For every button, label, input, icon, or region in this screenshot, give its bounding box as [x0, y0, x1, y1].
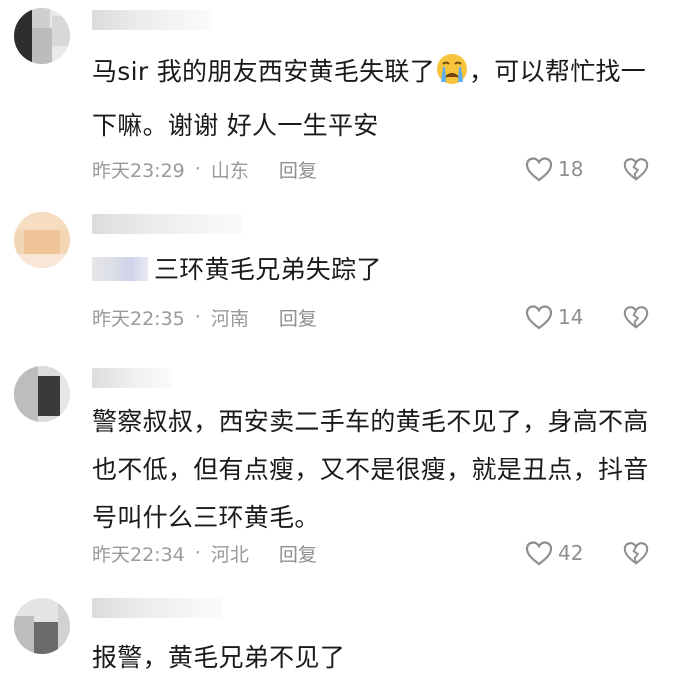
avatar[interactable]	[14, 366, 70, 422]
heart-outline-icon	[525, 541, 553, 566]
comment-text-part: 三环黄毛兄弟失踪了	[154, 255, 382, 284]
comment-text-part: 警察叔叔，西安卖二手车的黄毛不见了，身高不高也不低，但有点瘦，又不是很瘦，就是丑…	[92, 407, 649, 532]
comment-location: 河南	[210, 307, 249, 330]
username-blurred[interactable]	[92, 214, 242, 234]
reply-button[interactable]: 回复	[279, 540, 317, 567]
broken-heart-icon	[623, 542, 649, 565]
comment-text: 三环黄毛兄弟失踪了	[92, 246, 652, 294]
comment-meta: 昨天23:29 · 山东 回复	[92, 155, 317, 183]
heart-outline-icon	[525, 305, 553, 330]
dislike-button[interactable]	[622, 303, 650, 331]
crying-face-emoji	[435, 52, 469, 102]
like-count: 42	[558, 541, 584, 565]
separator: ·	[194, 158, 201, 180]
comment-item[interactable]: 马sir 我的朋友西安黄毛失联了 ，可以帮忙找一下嘛。谢谢 好人一生平安 昨天2…	[0, 0, 676, 200]
heart-outline-icon	[525, 157, 553, 182]
like-button[interactable]: 18	[524, 155, 583, 183]
comment-meta: 昨天22:34 · 河北 回复	[92, 539, 317, 567]
mentioned-user-blurred[interactable]	[92, 257, 148, 281]
like-button[interactable]: 42	[524, 539, 583, 567]
username-blurred[interactable]	[92, 368, 172, 388]
comment-text: 警察叔叔，西安卖二手车的黄毛不见了，身高不高也不低，但有点瘦，又不是很瘦，就是丑…	[92, 398, 652, 542]
avatar[interactable]	[14, 212, 70, 268]
comment-time: 昨天22:34	[92, 543, 185, 566]
comment-time: 昨天23:29	[92, 159, 185, 182]
separator: ·	[194, 542, 201, 564]
broken-heart-icon	[623, 158, 649, 181]
comment-time: 昨天22:35	[92, 307, 185, 330]
comment-location: 河北	[210, 543, 249, 566]
reply-button[interactable]: 回复	[279, 156, 317, 183]
avatar[interactable]	[14, 598, 70, 654]
dislike-button[interactable]	[622, 539, 650, 567]
like-count: 14	[558, 305, 584, 329]
comment-text: 马sir 我的朋友西安黄毛失联了 ，可以帮忙找一下嘛。谢谢 好人一生平安	[92, 48, 652, 150]
comment-item[interactable]: 三环黄毛兄弟失踪了 昨天22:35 · 河南 回复 14	[0, 200, 676, 346]
like-button[interactable]: 14	[524, 303, 583, 331]
broken-heart-icon	[623, 306, 649, 329]
avatar[interactable]	[14, 8, 70, 64]
username-blurred[interactable]	[92, 10, 212, 30]
dislike-button[interactable]	[622, 155, 650, 183]
username-blurred[interactable]	[92, 598, 222, 618]
comment-meta: 昨天22:35 · 河南 回复	[92, 303, 317, 331]
comment-text: 报警，黄毛兄弟不见了	[92, 634, 652, 682]
reply-button[interactable]: 回复	[279, 304, 317, 331]
comment-item[interactable]: 报警，黄毛兄弟不见了	[0, 582, 676, 682]
comment-text-part: 报警，黄毛兄弟不见了	[92, 643, 346, 672]
separator: ·	[194, 306, 201, 328]
comment-text-part: 马sir 我的朋友西安黄毛失联了	[92, 57, 435, 86]
comment-item[interactable]: 警察叔叔，西安卖二手车的黄毛不见了，身高不高也不低，但有点瘦，又不是很瘦，就是丑…	[0, 346, 676, 582]
comment-location: 山东	[210, 159, 249, 182]
like-count: 18	[558, 157, 584, 181]
